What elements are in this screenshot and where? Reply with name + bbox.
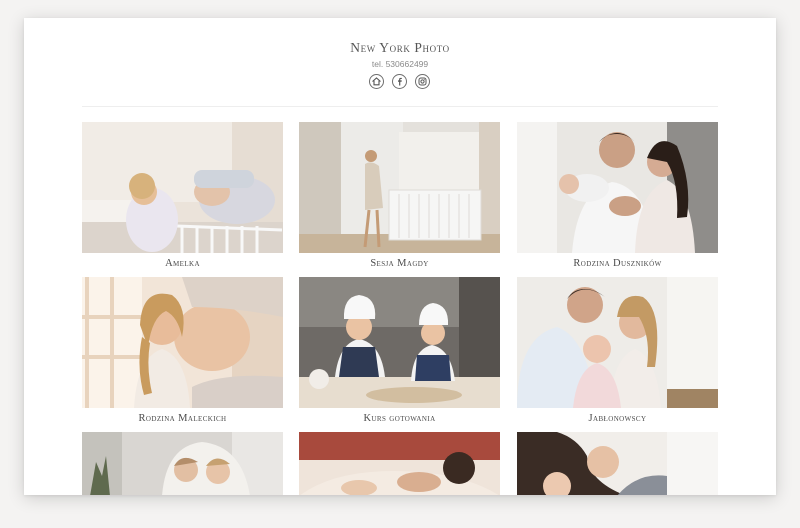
gallery-caption[interactable]: Rodzina Maleckich (82, 413, 283, 424)
gallery-photo[interactable] (82, 122, 283, 253)
gallery-photo[interactable] (299, 432, 500, 495)
phone-number[interactable]: tel. 530662499 (24, 59, 776, 69)
gallery-photo[interactable] (82, 277, 283, 408)
site-title[interactable]: New York Photo (24, 40, 776, 56)
social-links (369, 74, 431, 92)
header-divider (82, 106, 718, 107)
instagram-icon[interactable] (415, 74, 430, 89)
gallery-caption[interactable]: Rodzina Duszników (517, 258, 718, 269)
gallery-photo[interactable] (299, 277, 500, 408)
facebook-icon[interactable] (392, 74, 407, 89)
gallery-photo[interactable] (517, 277, 718, 408)
gallery-caption[interactable]: Sesja Magdy (299, 258, 500, 269)
gallery-caption[interactable]: Amelka (82, 258, 283, 269)
home-icon[interactable] (369, 74, 384, 89)
gallery-photo[interactable] (299, 122, 500, 253)
gallery-caption[interactable]: Jabłonowscy (517, 413, 718, 424)
gallery-caption[interactable]: Kurs gotowania (299, 413, 500, 424)
page-card: New York Photo tel. 530662499 Amelka Ses… (24, 18, 776, 495)
gallery-photo[interactable] (517, 122, 718, 253)
gallery-photo[interactable] (82, 432, 283, 495)
gallery-photo[interactable] (517, 432, 718, 495)
